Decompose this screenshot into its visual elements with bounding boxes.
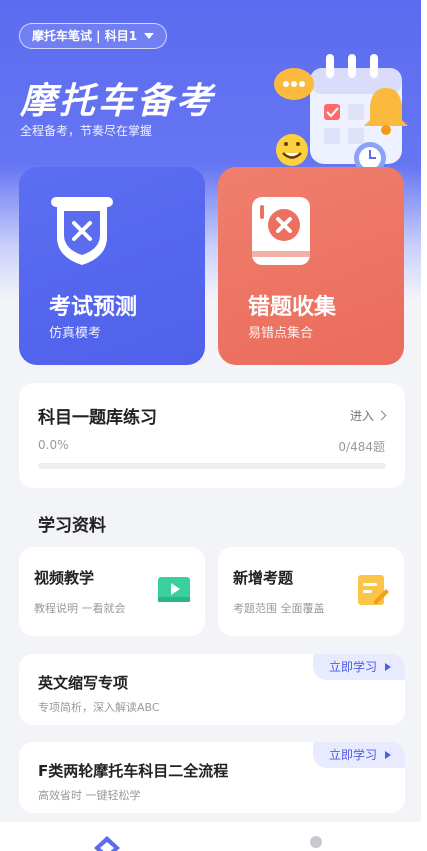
- promo-sub: 高效省时 一键轻松学: [38, 789, 141, 802]
- promo-title: 英文缩写专项: [38, 674, 129, 692]
- error-book-icon: [252, 197, 310, 265]
- start-learning-label: 立即学习: [328, 660, 377, 674]
- video-tutorial-title: 视频教学: [34, 569, 95, 587]
- play-video-icon: [158, 577, 190, 602]
- exam-prediction-card[interactable]: 考试预测 仿真模考: [19, 167, 205, 365]
- exam-prediction-label: 考试预测: [49, 295, 138, 320]
- promo-card-abbreviations[interactable]: 英文缩写专项 专项简析，深入解读ABC 立即学习: [19, 654, 405, 725]
- dropdown-triangle-icon: [144, 33, 155, 39]
- question-bank-panel[interactable]: 科目一题库练习 进入 0.0% 0/484题: [19, 383, 405, 488]
- question-bank-enter-link[interactable]: 进入: [349, 407, 387, 424]
- page-subtitle: 全程备考，节奏尽在掌握: [20, 124, 153, 138]
- exam-prediction-sub: 仿真模考: [49, 326, 102, 341]
- progress-percent: 0.0%: [38, 438, 69, 452]
- new-questions-sub: 考题范围 全面覆盖: [233, 602, 325, 615]
- chevron-right-icon: [376, 410, 387, 421]
- progress-bar: [38, 463, 386, 469]
- enter-label: 进入: [349, 409, 374, 423]
- subject-selector[interactable]: 摩托车笔试 | 科目1: [19, 23, 168, 49]
- wrong-questions-sub: 易错点集合: [248, 326, 314, 341]
- video-tutorial-card[interactable]: 视频教学 教程说明 一看就会: [19, 547, 205, 636]
- shield-badge-icon: [51, 197, 113, 265]
- question-bank-title: 科目一题库练习: [38, 408, 157, 428]
- bottom-tab-bar: [0, 822, 427, 851]
- start-learning-button[interactable]: 立即学习: [312, 742, 405, 768]
- page-title: 摩托车备考: [20, 81, 216, 122]
- subject-selector-label: 摩托车笔试 | 科目1: [32, 29, 138, 43]
- wrong-questions-card[interactable]: 错题收集 易错点集合: [218, 167, 404, 365]
- new-questions-title: 新增考题: [233, 569, 294, 587]
- video-tutorial-sub: 教程说明 一看就会: [34, 602, 126, 615]
- play-triangle-icon: [385, 663, 391, 671]
- promo-sub: 专项简析，深入解读ABC: [38, 701, 160, 714]
- user-icon[interactable]: [310, 836, 322, 848]
- start-learning-button[interactable]: 立即学习: [312, 654, 405, 680]
- progress-count: 0/484题: [338, 440, 385, 454]
- home-diamond-icon[interactable]: [92, 834, 122, 851]
- start-learning-label: 立即学习: [328, 748, 377, 762]
- wrong-questions-label: 错题收集: [248, 295, 337, 320]
- promo-card-f-class[interactable]: F类两轮摩托车科目二全流程 高效省时 一键轻松学 立即学习: [19, 742, 405, 813]
- calendar-bell-illustration: [274, 54, 408, 174]
- promo-title: F类两轮摩托车科目二全流程: [38, 762, 229, 780]
- scroll-edge: [421, 0, 427, 851]
- new-questions-card[interactable]: 新增考题 考题范围 全面覆盖: [218, 547, 404, 636]
- edit-note-icon: [358, 575, 389, 605]
- play-triangle-icon: [385, 751, 391, 759]
- materials-section-title: 学习资料: [38, 516, 106, 536]
